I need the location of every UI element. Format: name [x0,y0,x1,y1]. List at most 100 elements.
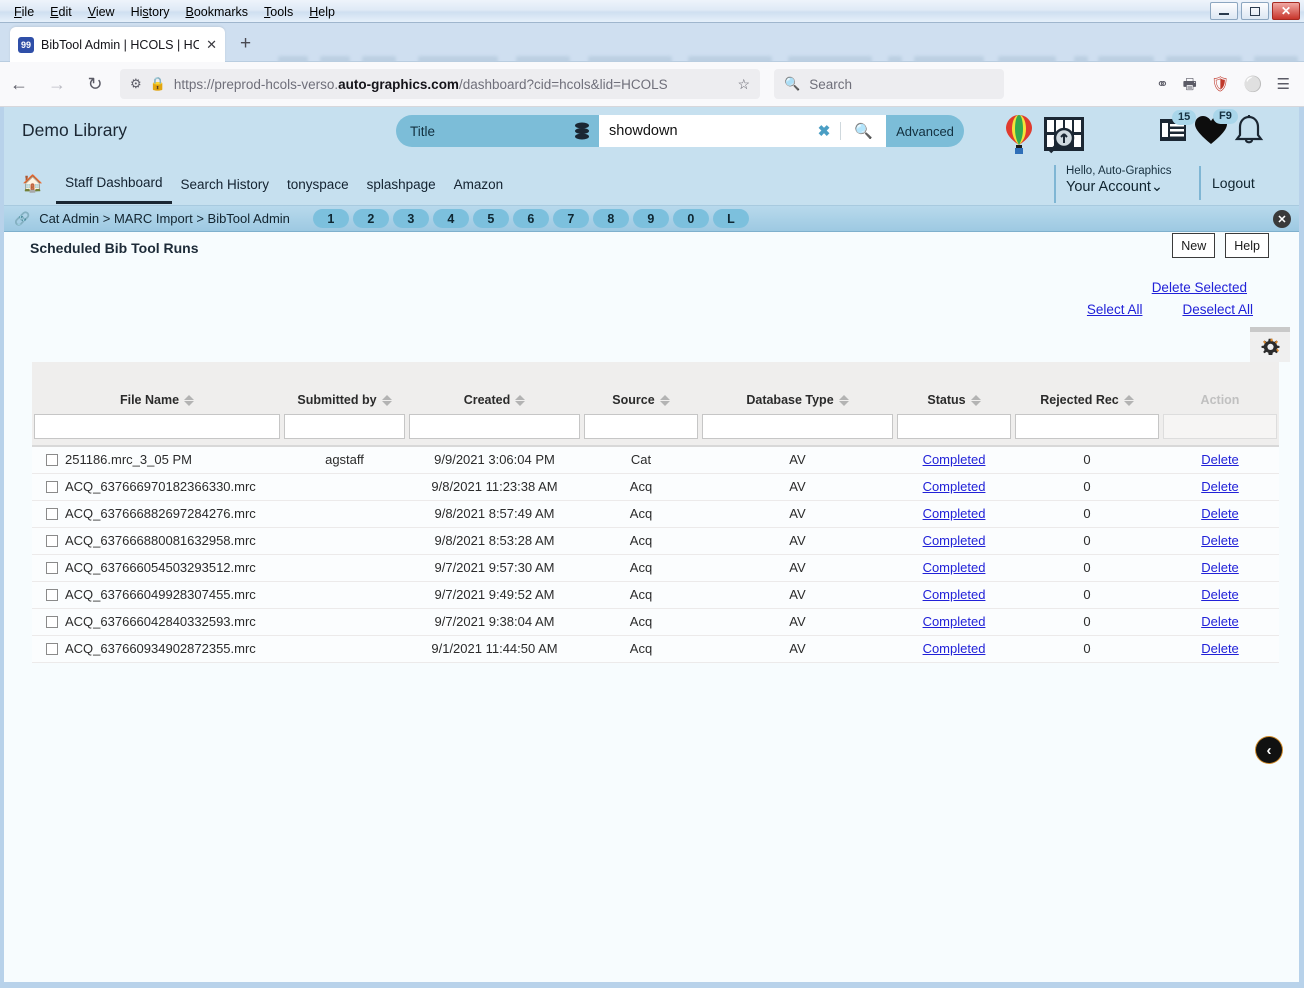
browser-tab-active[interactable]: 99 BibTool Admin | HCOLS | HCOL ✕ [10,27,225,62]
delete-selected-link[interactable]: Delete Selected [1152,280,1247,295]
col-header-status[interactable]: Status [895,362,1013,414]
pill-2[interactable]: 2 [352,209,389,228]
table-row[interactable]: ACQ_637666054503293512.mrc 9/7/2021 9:57:… [32,554,1279,582]
pill-6[interactable]: 6 [512,209,549,228]
reload-button[interactable]: ↻ [76,74,114,95]
menu-bookmarks[interactable]: Bookmarks [178,3,257,21]
account-block[interactable]: Hello, Auto-Graphics Your Account⌄ [1054,165,1171,203]
filter-input-rejected-rec[interactable] [1015,414,1159,439]
delete-link[interactable]: Delete [1201,479,1239,494]
col-header-rejected-rec[interactable]: Rejected Rec [1013,362,1161,414]
your-account-link[interactable]: Your Account⌄ [1066,178,1171,196]
filter-input-submitted-by[interactable] [284,414,405,439]
filter-input-source[interactable] [584,414,698,439]
menu-history[interactable]: History [123,3,178,21]
tab-close-icon[interactable]: ✕ [206,37,217,53]
sort-icon[interactable] [659,394,670,406]
row-checkbox[interactable] [46,589,58,601]
delete-link[interactable]: Delete [1201,452,1239,467]
pill-9[interactable]: 9 [632,209,669,228]
row-checkbox[interactable] [46,535,58,547]
new-tab-button[interactable]: + [240,34,251,53]
hot-air-balloon-icon[interactable] [1004,114,1034,156]
sort-icon[interactable] [1123,394,1134,406]
row-checkbox[interactable] [46,454,58,467]
status-link[interactable]: Completed [923,533,986,548]
hamburger-menu-icon[interactable]: ☰ [1277,77,1290,92]
advanced-search-button[interactable]: Advanced [886,115,964,147]
status-link[interactable]: Completed [923,614,986,629]
pill-0[interactable]: 0 [672,209,709,228]
pill-7[interactable]: 7 [552,209,589,228]
clear-search-icon[interactable]: ✖ [808,122,841,140]
search-books-icon[interactable] [1042,114,1086,156]
status-link[interactable]: Completed [923,452,986,467]
col-header-submitted-by[interactable]: Submitted by [282,362,407,414]
browser-search-box[interactable]: 🔍 Search [774,69,1004,99]
delete-link[interactable]: Delete [1201,560,1239,575]
pill-3[interactable]: 3 [392,209,429,228]
submit-search-icon[interactable]: 🔍 [841,122,886,140]
home-icon[interactable]: 🏠 [22,174,43,194]
forward-button[interactable]: → [38,74,76,95]
help-button[interactable]: Help [1225,233,1269,258]
delete-link[interactable]: Delete [1201,641,1239,656]
sort-icon[interactable] [838,394,849,406]
nav-item-tonyspace[interactable]: tonyspace [278,165,358,203]
pill-l[interactable]: L [712,209,749,228]
minimize-button[interactable] [1210,2,1238,20]
table-row[interactable]: ACQ_637666882697284276.mrc 9/8/2021 8:57:… [32,500,1279,528]
table-row[interactable]: 251186.mrc_3_05 PM agstaff 9/9/2021 3:06:0… [32,445,1279,474]
row-checkbox[interactable] [46,643,58,655]
menu-edit[interactable]: Edit [42,3,80,21]
table-settings-button[interactable] [1250,327,1290,362]
sort-icon[interactable] [515,394,526,406]
bookmark-star-icon[interactable]: ☆ [737,76,750,93]
new-button[interactable]: New [1172,233,1216,258]
close-window-button[interactable]: ✕ [1272,2,1300,20]
extension-search-icon[interactable]: ⚪ [1244,77,1263,92]
table-row[interactable]: ACQ_637660934902872355.mrc 9/1/2021 11:44… [32,635,1279,663]
delete-link[interactable]: Delete [1201,506,1239,521]
select-all-link[interactable]: Select All [1087,302,1143,317]
nav-item-search-history[interactable]: Search History [172,165,279,203]
nav-item-splashpage[interactable]: splashpage [358,165,445,203]
col-header-source[interactable]: Source [582,362,700,414]
filter-input-database-type[interactable] [702,414,893,439]
breadcrumb[interactable]: Cat Admin > MARC Import > BibTool Admin [39,211,290,226]
filter-input-file-name[interactable] [34,414,280,439]
table-row[interactable]: ACQ_637666049928307455.mrc 9/7/2021 9:49:… [32,581,1279,609]
filter-input-status[interactable] [897,414,1011,439]
pocket-icon[interactable]: ⚭ [1156,77,1169,92]
sort-icon[interactable] [970,394,981,406]
back-button[interactable]: ← [0,74,38,95]
col-header-database-type[interactable]: Database Type [700,362,895,414]
pill-1[interactable]: 1 [312,209,349,228]
row-checkbox[interactable] [46,616,58,628]
col-header-file-name[interactable]: File Name [32,362,282,414]
collapse-panel-button[interactable]: ‹ [1256,737,1282,763]
search-input[interactable] [599,122,808,140]
row-checkbox[interactable] [46,508,58,520]
status-link[interactable]: Completed [923,560,986,575]
row-checkbox[interactable] [46,562,58,574]
nav-item-amazon[interactable]: Amazon [445,165,513,203]
delete-link[interactable]: Delete [1201,614,1239,629]
database-icon[interactable] [573,122,591,142]
pill-4[interactable]: 4 [432,209,469,228]
extension-shield-icon[interactable]: 🛡 [1211,77,1230,92]
status-link[interactable]: Completed [923,587,986,602]
status-link[interactable]: Completed [923,479,986,494]
url-bar[interactable]: ⚙ 🔒 https://preprod-hcols-verso.auto-gra… [120,69,760,99]
table-row[interactable]: ACQ_637666042840332593.mrc 9/7/2021 9:38:… [32,608,1279,636]
search-scope-select[interactable]: Title ⌄ [396,115,601,147]
menu-file[interactable]: File [6,3,42,21]
pill-5[interactable]: 5 [472,209,509,228]
menu-help[interactable]: Help [301,3,343,21]
print-icon[interactable]: 🖶 [1183,77,1197,92]
logout-link[interactable]: Logout [1212,166,1255,200]
menu-view[interactable]: View [80,3,123,21]
close-icon[interactable]: ✕ [1273,210,1291,228]
sort-icon[interactable] [381,394,392,406]
maximize-button[interactable] [1241,2,1269,20]
